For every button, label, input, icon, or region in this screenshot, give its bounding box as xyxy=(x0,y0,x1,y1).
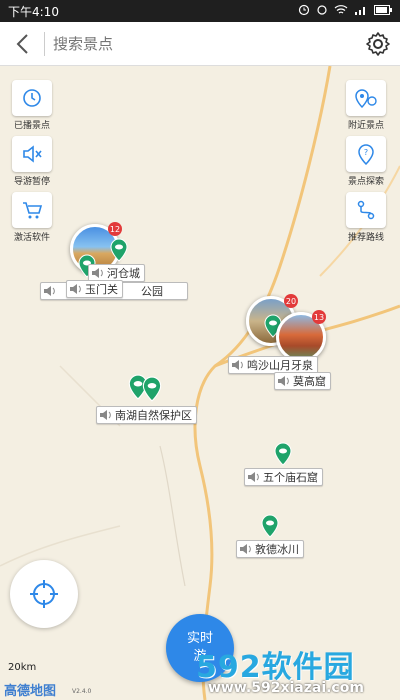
spot-label-yumenguan[interactable]: 玉门关 xyxy=(66,280,123,298)
route-icon xyxy=(357,200,375,220)
speaker-icon xyxy=(240,544,251,554)
map-view[interactable]: 已播景点 导游暂停 激活软件 附近景点 ? 景点探索 推荐路线 12 河仓城 公… xyxy=(0,66,400,700)
spot-name: 南湖自然保护区 xyxy=(115,409,192,422)
spot-name: 玉门关 xyxy=(85,283,118,296)
spot-name: 敦德冰川 xyxy=(255,543,299,556)
divider xyxy=(44,31,45,56)
search-bar xyxy=(0,22,400,66)
spot-label-bingchuan[interactable]: 敦德冰川 xyxy=(236,540,304,558)
status-time: 下午4:10 xyxy=(8,4,59,19)
spot-name: 莫高窟 xyxy=(293,375,326,388)
nearby-pins-icon xyxy=(355,89,377,109)
watermark-url: www.592xiazai.com xyxy=(208,680,364,696)
question-pin-icon: ? xyxy=(358,144,374,165)
speaker-icon xyxy=(232,360,243,370)
spot-name: 五个庙石窟 xyxy=(263,471,318,484)
activate-software-button[interactable]: 激活软件 xyxy=(10,192,54,243)
speaker-icon xyxy=(92,268,103,278)
map-pin-icon[interactable] xyxy=(142,376,162,402)
spot-label-nanhu[interactable]: 南湖自然保护区 xyxy=(96,406,197,424)
speaker-icon xyxy=(278,376,289,386)
chevron-left-icon xyxy=(16,33,28,54)
explore-spots-label: 景点探索 xyxy=(347,177,384,187)
signal-icon xyxy=(354,4,368,19)
circle-icon xyxy=(316,4,328,19)
gear-icon xyxy=(366,31,390,56)
played-spots-label: 已播景点 xyxy=(13,121,50,131)
map-scale: 20km xyxy=(8,662,37,673)
spot-label-mogaoku[interactable]: 莫高窟 xyxy=(274,372,331,390)
amap-version: V2.4.0 xyxy=(72,688,92,695)
watermark-logo: 592软件园 www.592xiazai.com xyxy=(196,642,400,700)
activate-software-label: 激活软件 xyxy=(13,233,50,243)
explore-spots-button[interactable]: ? 景点探索 xyxy=(344,136,388,187)
search-input[interactable] xyxy=(53,34,356,53)
count-badge: 13 xyxy=(312,310,326,324)
wifi-icon xyxy=(334,4,348,19)
map-pin-icon[interactable] xyxy=(110,238,128,262)
count-badge: 12 xyxy=(108,222,122,236)
speaker-icon xyxy=(100,410,111,420)
spot-label-wugemiao[interactable]: 五个庙石窟 xyxy=(244,468,323,486)
history-icon xyxy=(23,89,41,107)
status-bar: 下午4:10 xyxy=(0,0,400,22)
locate-button[interactable] xyxy=(10,560,78,628)
cart-icon xyxy=(23,202,43,219)
pause-guide-label: 导游暂停 xyxy=(13,177,50,187)
map-pin-icon[interactable] xyxy=(274,442,292,466)
count-badge: 20 xyxy=(284,294,298,308)
speaker-icon xyxy=(248,472,259,482)
settings-button[interactable] xyxy=(356,22,400,66)
recommended-route-label: 推荐路线 xyxy=(347,233,384,243)
battery-icon xyxy=(374,4,392,18)
mute-icon xyxy=(23,145,42,163)
alarm-icon xyxy=(298,4,310,19)
svg-text:?: ? xyxy=(364,148,368,157)
played-spots-button[interactable]: 已播景点 xyxy=(10,80,54,131)
pause-guide-button[interactable]: 导游暂停 xyxy=(10,136,54,187)
speaker-icon xyxy=(44,286,55,296)
spot-name: 鸣沙山月牙泉 xyxy=(247,359,313,372)
speaker-icon xyxy=(70,284,81,294)
recommended-route-button[interactable]: 推荐路线 xyxy=(344,192,388,243)
nearby-spots-button[interactable]: 附近景点 xyxy=(344,80,388,131)
map-pin-icon[interactable] xyxy=(261,514,279,538)
amap-logo: 高德地图 xyxy=(4,684,57,699)
crosshair-icon xyxy=(30,580,58,608)
spot-name: 公园 xyxy=(141,285,163,298)
back-button[interactable] xyxy=(0,22,44,66)
nearby-spots-label: 附近景点 xyxy=(347,121,384,131)
spot-name: 河仓城 xyxy=(107,267,140,280)
